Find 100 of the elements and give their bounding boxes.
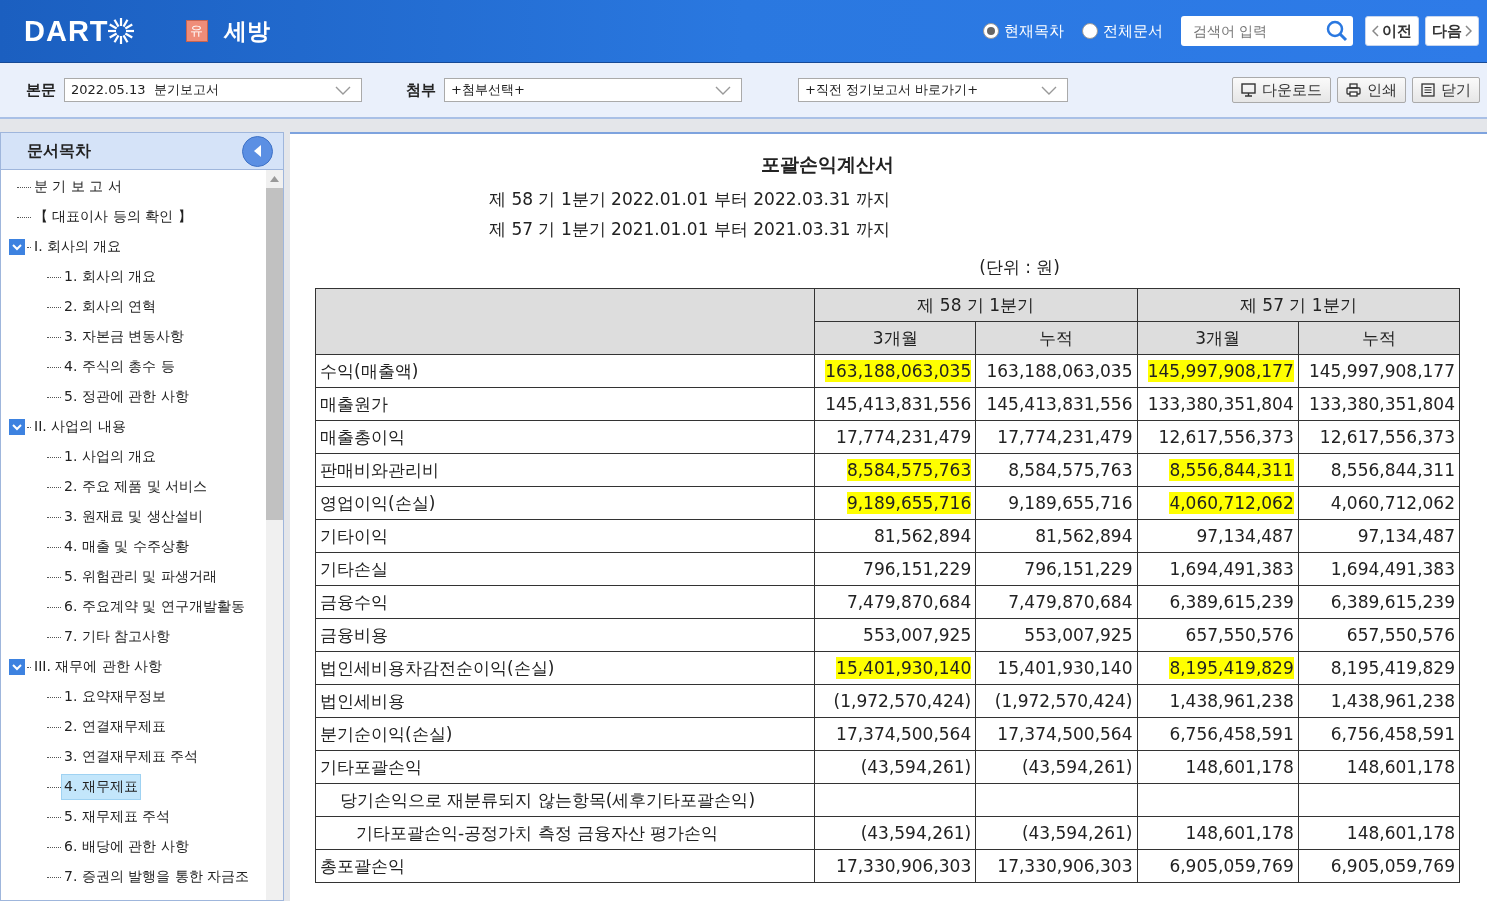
table-cell: 163,188,063,035 <box>814 354 976 388</box>
toc-item[interactable]: 【 대표이사 등의 확인 】 <box>31 204 195 230</box>
toc-item[interactable]: 6. 배당에 관한 사항 <box>61 834 192 860</box>
prev-button[interactable]: 이전 <box>1365 16 1419 46</box>
table-cell: 8,556,844,311 <box>1298 453 1460 487</box>
row-label-cell: 금융수익 <box>315 585 815 619</box>
table-cell: 145,997,908,177 <box>1298 354 1460 388</box>
sidebar-title: 문서목차 <box>27 140 91 162</box>
table-cell: 148,601,178 <box>1298 816 1460 850</box>
row-label-cell: 기타포괄손익-공정가치 측정 금융자산 평가손익 <box>315 816 815 850</box>
period-text: 제 58 기 1분기 2022.01.01 부터 2022.03.31 까지 <box>489 189 890 209</box>
toc-item[interactable]: 5. 재무제표 주석 <box>61 804 174 830</box>
header-cell: 3개월 <box>814 321 976 355</box>
toc-item[interactable]: 2. 주요 제품 및 서비스 <box>61 474 211 500</box>
header-cell: 제 57 기 1분기 <box>1137 288 1460 322</box>
toc-item[interactable]: I. 회사의 개요 <box>31 234 125 260</box>
toc-item[interactable]: 1. 회사의 개요 <box>61 264 160 290</box>
toc-item[interactable]: 3. 원재료 및 생산설비 <box>61 504 206 530</box>
print-button[interactable]: 인쇄 <box>1337 77 1406 103</box>
toc-item[interactable]: 5. 정관에 관한 사항 <box>61 384 192 410</box>
search-icon[interactable] <box>1326 20 1348 42</box>
table-cell: 4,060,712,062 <box>1298 486 1460 520</box>
table-cell: 145,997,908,177 <box>1137 354 1299 388</box>
table-cell: 145,413,831,556 <box>814 387 976 421</box>
toc-item[interactable]: 1. 요약재무정보 <box>61 684 169 710</box>
table-cell: 8,556,844,311 <box>1137 453 1299 487</box>
toc-item[interactable]: 7. 증권의 발행을 통한 자금조 <box>61 864 253 890</box>
scrollbar[interactable] <box>266 170 283 900</box>
table-cell: 6,389,615,239 <box>1137 585 1299 619</box>
table-cell: 97,134,487 <box>1298 519 1460 553</box>
row-label-cell: 법인세비용 <box>315 684 815 718</box>
toc-item[interactable]: III. 재무에 관한 사항 <box>31 654 166 680</box>
row-label-cell: 금융비용 <box>315 618 815 652</box>
row-label-cell: 총포괄손익 <box>315 849 815 883</box>
company-badge: 유 <box>185 20 208 42</box>
row-label-cell: 기타손실 <box>315 552 815 586</box>
table-cell: 6,756,458,591 <box>1137 717 1299 751</box>
toc-item[interactable]: 4. 매출 및 수주상황 <box>61 534 192 560</box>
collapse-button[interactable] <box>242 135 273 167</box>
chevron-right-icon <box>1465 25 1472 37</box>
toc-item[interactable]: 1. 사업의 개요 <box>61 444 160 470</box>
collapse-toggle[interactable] <box>9 239 25 255</box>
table-cell: 657,550,576 <box>1137 618 1299 652</box>
download-button[interactable]: 다운로드 <box>1232 77 1331 103</box>
table-cell: 15,401,930,140 <box>814 651 976 685</box>
chevron-down-icon <box>12 243 22 251</box>
company-name: 세방 <box>223 16 270 46</box>
attach-select[interactable]: +첨부선택+ <box>444 78 742 102</box>
table-cell: 163,188,063,035 <box>975 354 1137 388</box>
table-cell: 17,374,500,564 <box>975 717 1137 751</box>
period-text: 제 57 기 1분기 2021.01.01 부터 2021.03.31 까지 <box>489 219 890 239</box>
toc-item[interactable]: 2. 연결재무제표 <box>61 714 169 740</box>
attach-label: 첨부 <box>406 80 436 100</box>
scope-radio[interactable]: 전체문서 <box>1082 21 1163 41</box>
table-cell: 1,438,961,238 <box>1137 684 1299 718</box>
close-button[interactable]: 닫기 <box>1412 77 1480 103</box>
table-cell: 796,151,229 <box>975 552 1137 586</box>
toc-item[interactable]: 7. 기타 참고사항 <box>61 624 174 650</box>
chevron-left-icon <box>1372 25 1379 37</box>
row-label-cell: 매출총이익 <box>315 420 815 454</box>
table-cell: 9,189,655,716 <box>975 486 1137 520</box>
header-cell: 3개월 <box>1137 321 1299 355</box>
table-cell: 17,330,906,303 <box>975 849 1137 883</box>
next-button[interactable]: 다음 <box>1425 16 1479 46</box>
table-cell: 133,380,351,804 <box>1137 387 1299 421</box>
table-cell: 17,774,231,479 <box>814 420 976 454</box>
table-cell: 133,380,351,804 <box>1298 387 1460 421</box>
toc-item[interactable]: II. 사업의 내용 <box>31 414 129 440</box>
row-label-cell: 분기순이익(손실) <box>315 717 815 751</box>
toc-item[interactable]: 3. 연결재무제표 주석 <box>61 744 202 770</box>
report-select[interactable]: 2022.05.13 분기보고서 <box>64 78 362 102</box>
search-field[interactable]: 검색어 입력 <box>1181 16 1353 46</box>
table-cell: 553,007,925 <box>814 618 976 652</box>
table-cell: 12,617,556,373 <box>1137 420 1299 454</box>
table-cell: (43,594,261) <box>975 816 1137 850</box>
logo: DART <box>24 14 136 48</box>
toc-item[interactable]: 분 기 보 고 서 <box>31 174 125 200</box>
toc-item[interactable]: 4. 재무제표 <box>61 774 141 800</box>
scroll-up-icon[interactable] <box>270 176 279 182</box>
chevron-down-icon <box>12 663 22 671</box>
table-cell: 17,374,500,564 <box>814 717 976 751</box>
table-cell: 8,584,575,763 <box>814 453 976 487</box>
table-cell: 17,330,906,303 <box>814 849 976 883</box>
toc-item[interactable]: 3. 자본금 변동사항 <box>61 324 188 350</box>
toc-item[interactable]: 2. 회사의 연혁 <box>61 294 160 320</box>
table-cell: 97,134,487 <box>1137 519 1299 553</box>
table-cell: 4,060,712,062 <box>1137 486 1299 520</box>
table-cell: 7,479,870,684 <box>814 585 976 619</box>
shortcut-select[interactable]: +직전 정기보고서 바로가기+ <box>798 78 1068 102</box>
collapse-toggle[interactable] <box>9 419 25 435</box>
scope-radio[interactable]: 현재목차 <box>983 21 1064 41</box>
table-cell: 1,438,961,238 <box>1298 684 1460 718</box>
table-cell: 8,195,419,829 <box>1298 651 1460 685</box>
monitor-icon <box>1241 83 1256 97</box>
toc-item[interactable]: 4. 주식의 총수 등 <box>61 354 178 380</box>
toc-item[interactable]: 5. 위험관리 및 파생거래 <box>61 564 220 590</box>
collapse-toggle[interactable] <box>9 659 25 675</box>
toc-item[interactable]: 6. 주요계약 및 연구개발활동 <box>61 594 248 620</box>
unit-text: (단위 : 원) <box>979 257 1060 277</box>
row-label-cell: 법인세비용차감전순이익(손실) <box>315 651 815 685</box>
